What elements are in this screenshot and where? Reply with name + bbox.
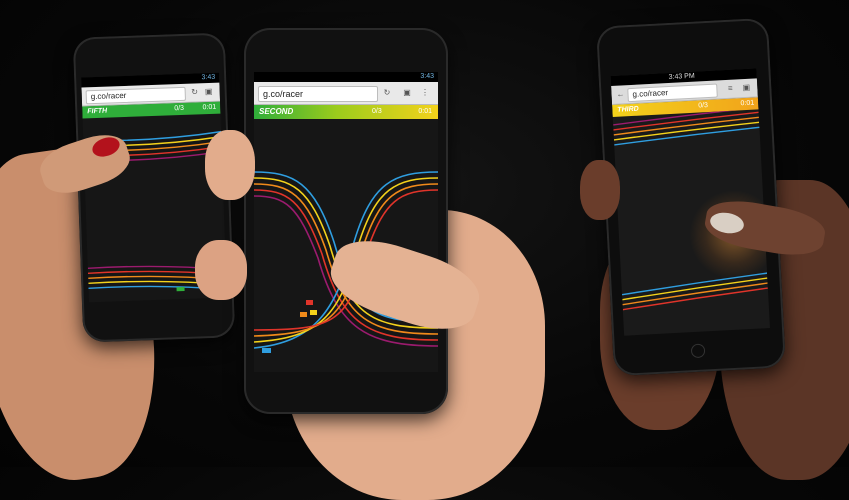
reload-icon[interactable]: ↻ — [382, 88, 392, 98]
race-time: 0:01 — [418, 108, 432, 115]
reload-icon[interactable]: ↻ — [190, 87, 200, 97]
right-thumb — [580, 160, 620, 220]
race-car — [306, 300, 313, 305]
center-phone-screen: 3:43 g.co/racer ↻ ▣ ⋮ SECOND 0/3 0:01 — [254, 72, 438, 372]
center-left-finger — [195, 240, 247, 300]
home-button[interactable] — [690, 343, 706, 359]
race-status-bar: SECOND 0/3 0:01 — [254, 105, 438, 119]
lap-count: 0/3 — [698, 101, 709, 110]
browser-toolbar: g.co/racer ↻ ▣ ⋮ — [254, 82, 438, 105]
tabs-icon[interactable]: ▣ — [204, 87, 214, 97]
race-car — [300, 312, 307, 317]
lap-count: 0/3 — [372, 108, 382, 115]
place-label: FIFTH — [87, 107, 108, 116]
lap-count: 0/3 — [174, 104, 185, 113]
race-time: 0:01 — [740, 99, 755, 108]
right-phone: 3:43 PM ← g.co/racer ≡ ▣ THIRD 0/3 0:01 — [595, 17, 787, 377]
tabs-icon[interactable]: ▣ — [741, 83, 752, 94]
url-field[interactable]: g.co/racer — [258, 86, 378, 102]
url-field[interactable]: g.co/racer — [85, 86, 186, 105]
race-car — [262, 348, 271, 353]
race-car — [310, 310, 317, 315]
center-left-finger — [205, 130, 255, 200]
menu-icon[interactable]: ≡ — [725, 84, 736, 95]
race-time: 0:01 — [202, 103, 217, 112]
status-time: 3:43 PM — [668, 72, 695, 82]
race-car — [176, 286, 185, 292]
tabs-icon[interactable]: ▣ — [402, 88, 412, 98]
status-time: 3:43 — [420, 73, 434, 80]
place-label: SECOND — [259, 107, 294, 116]
status-time: 3:43 — [201, 73, 216, 82]
place-label: THIRD — [617, 105, 639, 114]
back-arrow-icon[interactable]: ← — [615, 89, 626, 100]
menu-icon[interactable]: ⋮ — [420, 88, 430, 98]
status-bar: 3:43 — [254, 72, 438, 82]
center-phone: 3:43 g.co/racer ↻ ▣ ⋮ SECOND 0/3 0:01 — [244, 28, 448, 414]
